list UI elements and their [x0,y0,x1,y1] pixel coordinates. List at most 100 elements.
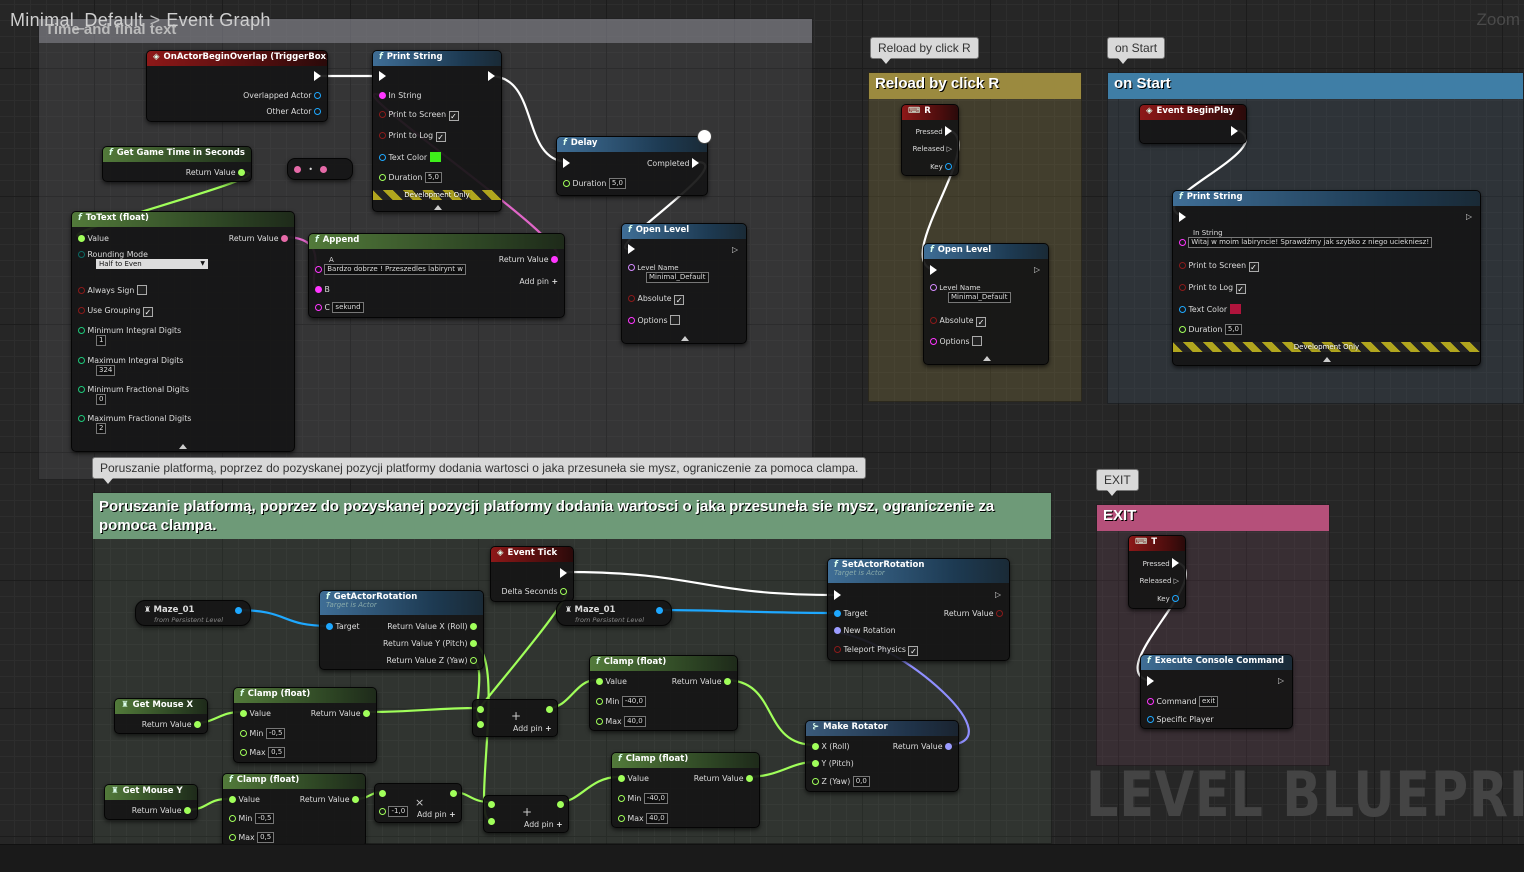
pin-released[interactable]: Released ▷ [913,145,952,153]
exec-in-pin[interactable] [379,71,386,81]
pin-min[interactable]: Min -0,5 [229,813,275,824]
pin-return-value[interactable]: Return Value [142,720,201,729]
pin-min[interactable]: Min -0,5 [240,728,286,739]
node-get-mouse-x[interactable]: ♜ Get Mouse X Return Value [114,698,208,734]
pin-duration[interactable]: Duration 5,0 [379,172,442,183]
pin-overlapped-actor[interactable]: Overlapped Actor [243,91,321,100]
add-pin-button[interactable]: Add pin + [513,724,552,733]
pin-max[interactable]: Max 0,5 [229,832,275,843]
node-set-actor-rotation[interactable]: f SetActorRotation Target is Actor ▷ Targe… [827,558,1010,661]
pin-specific-player[interactable]: Specific Player [1147,715,1214,724]
exec-in-pin[interactable] [628,244,635,254]
pin-return-value[interactable]: Return Value [186,168,245,177]
add-pin-button[interactable]: Add pin + [417,810,456,819]
node-clamp-float-y[interactable]: f Clamp (float) Value Return Value Min -4… [611,752,760,828]
exec-in-pin[interactable] [1147,676,1154,686]
pin-new-rotation[interactable]: New Rotation [834,626,896,635]
pin-value[interactable]: Value [240,709,271,718]
pin-value[interactable]: Value [78,234,109,243]
pin-command[interactable]: Command exit [1147,696,1219,707]
add-pin-button[interactable]: Add pin + [524,820,563,829]
pin-return-value[interactable]: Return Value [944,609,1003,618]
pin-target[interactable]: Target [834,609,868,618]
node-get-mouse-y[interactable]: ♜ Get Mouse Y Return Value [104,784,198,820]
number-input[interactable]: 0,5 [257,832,275,843]
checkbox[interactable]: ✓ [142,307,153,317]
number-input[interactable]: 2 [96,423,107,434]
exec-out-pin[interactable]: ▷ [1034,265,1040,274]
checkbox[interactable]: ✓ [435,132,446,142]
number-input[interactable]: 40,0 [646,813,668,824]
number-input[interactable]: -40,0 [621,696,646,707]
pin-min[interactable]: Min -40,0 [596,696,646,707]
pin-absolute[interactable]: Absolute ✓ [930,316,987,327]
pin-a[interactable] [379,789,386,798]
expand-arrow-icon[interactable] [1323,357,1331,362]
exec-out-pin[interactable] [314,71,321,81]
node-get-game-time[interactable]: f Get Game Time in Seconds Return Value [102,146,252,182]
checkbox[interactable]: ✓ [1248,262,1259,272]
checkbox[interactable]: ✓ [448,111,459,121]
node-event-tick[interactable]: ◈ Event Tick Delta Seconds [490,546,574,602]
pin-print-to-screen[interactable]: Print to Screen ✓ [1179,261,1259,272]
checkbox[interactable]: ✓ [674,295,685,305]
color-swatch[interactable] [1229,304,1241,314]
node-key-t[interactable]: ⌨ T Pressed Released ▷ Key [1128,535,1186,609]
node-on-actor-begin-overlap[interactable]: ◈ OnActorBeginOverlap (TriggerBox) Overla… [146,50,328,122]
level-name-input[interactable]: Minimal_Default [646,272,709,283]
pin-in-string[interactable]: In String [379,91,421,100]
pin-return-value[interactable]: Return Value [672,677,731,686]
node-open-level[interactable]: f Open Level ▷ Level Name Minimal_Default … [621,223,747,344]
pin-teleport-physics[interactable]: Teleport Physics ✓ [834,645,919,656]
pin-use-grouping[interactable]: Use Grouping ✓ [78,306,153,317]
number-input[interactable]: 0 [96,394,107,405]
expand-arrow-icon[interactable] [434,205,442,210]
number-input[interactable]: 0,5 [268,747,286,758]
pin-y-pitch[interactable]: Y (Pitch) [812,759,854,768]
number-input[interactable]: -40,0 [643,793,668,804]
pin-b[interactable] [477,720,484,729]
reroute-node[interactable]: • [287,158,353,180]
pin-return-value[interactable]: Return Value [229,234,288,243]
pin-return-x[interactable]: Return Value X (Roll) [387,622,477,631]
expand-arrow-icon[interactable] [179,444,187,449]
number-input[interactable]: 0,0 [852,776,870,787]
exec-out-pin[interactable] [560,568,567,578]
add-pin-button[interactable]: Add pin + [519,277,558,286]
exec-out-pin[interactable]: ▷ [995,590,1001,599]
exec-out-pin[interactable]: ▷ [725,244,738,254]
node-clamp-float-mouse-y[interactable]: f Clamp (float) Value Return Value Min -0… [222,773,366,844]
number-input[interactable]: 1 [96,335,107,346]
pin-b[interactable] [488,817,495,826]
pin-a[interactable] [488,800,495,809]
pin-min-fractional[interactable]: Minimum Fractional Digits 0 [78,385,189,405]
pin-print-to-log[interactable]: Print to Log ✓ [1179,283,1246,294]
node-print-string-start[interactable]: f Print String ▷ In String Witaj w moim l… [1172,190,1481,366]
checkbox[interactable] [670,315,681,325]
pin-pressed[interactable]: Pressed [1143,558,1179,568]
pin-key[interactable]: Key [1157,595,1179,603]
number-input[interactable]: -1,0 [388,806,409,817]
node-event-begin-play[interactable]: ◈ Event BeginPlay [1139,104,1247,144]
exec-out-pin[interactable]: ▷ [1466,212,1472,221]
pin-completed[interactable]: Completed [647,158,699,168]
node-to-text-float[interactable]: f ToText (float) Value Return Value Round… [71,211,295,452]
pin-in-string[interactable]: In String Witaj w moim labiryncie! Spraw… [1179,229,1433,248]
node-clamp-float-x[interactable]: f Clamp (float) Value Return Value Min -4… [589,655,738,731]
pin-max[interactable]: Max 0,5 [240,747,286,758]
node-open-level-reload[interactable]: f Open Level ▷ Level Name Minimal_Default … [923,243,1049,365]
duration-input[interactable]: 5,0 [608,178,626,189]
pin-target[interactable]: Target [326,622,360,631]
pin-return-value[interactable]: Return Value [499,255,558,264]
number-input[interactable]: -0,5 [254,813,275,824]
exec-in-pin[interactable] [930,265,937,275]
pin-value[interactable]: Value [618,774,649,783]
rounding-mode-dropdown[interactable]: Half to Even [96,259,208,269]
variable-maze-01[interactable]: ♜ Maze_01 from Persistent Level [135,600,251,626]
node-print-string[interactable]: f Print String In String Print to Screen … [372,50,502,212]
number-input[interactable]: 324 [96,365,116,376]
expand-arrow-icon[interactable] [681,336,689,341]
exec-in-pin[interactable] [1179,212,1186,222]
pin-x-roll[interactable]: X (Roll) [812,742,850,751]
pin-level-name[interactable]: Level Name Minimal_Default [930,284,1011,303]
